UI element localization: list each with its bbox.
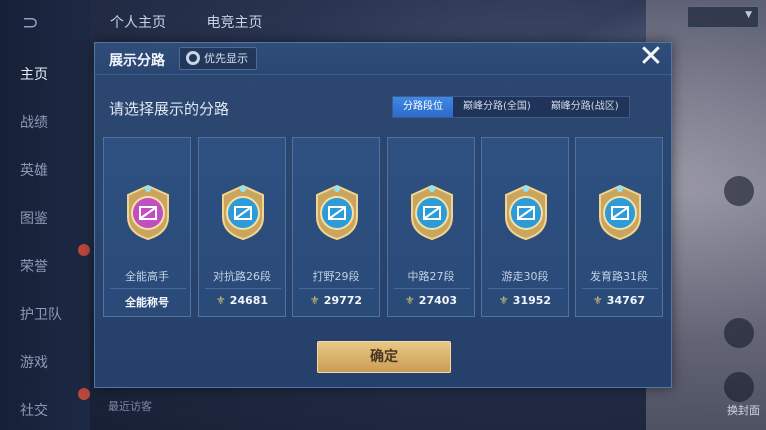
- nav-item-heroes[interactable]: 英雄: [20, 160, 70, 180]
- score-coin-icon: ⚜: [215, 294, 226, 307]
- nav-item-games[interactable]: 游戏: [20, 352, 70, 372]
- nav-item-honor[interactable]: 荣誉: [20, 256, 70, 276]
- card-divider: [299, 288, 375, 289]
- card-divider: [488, 288, 564, 289]
- card-score: ⚜ 34767: [576, 294, 662, 307]
- back-icon[interactable]: ⊃: [22, 10, 62, 34]
- clash-lane-badge-icon: [222, 184, 264, 241]
- change-cover-label[interactable]: 换封面: [727, 402, 760, 418]
- lane-display-modal: 展示分路 优先显示 ✕ 请选择展示的分路 分路段位 巅峰分路(全国) 巅峰分路(…: [94, 42, 672, 388]
- lane-tab-group: 分路段位 巅峰分路(全国) 巅峰分路(战区): [392, 96, 630, 118]
- card-divider: [110, 288, 186, 289]
- card-divider: [582, 288, 658, 289]
- lane-card[interactable]: 游走30段 ⚜ 31952: [481, 137, 569, 317]
- nav-item-social[interactable]: 社交: [20, 400, 70, 420]
- lane-card[interactable]: 全能高手 全能称号: [103, 137, 191, 317]
- card-score-value: 24681: [229, 294, 269, 307]
- nav-item-records[interactable]: 战绩: [20, 112, 70, 132]
- tab-esports-home[interactable]: 电竞主页: [206, 15, 262, 31]
- new-badge: [78, 244, 90, 256]
- tab-peak-region[interactable]: 巅峰分路(战区): [541, 97, 629, 117]
- lane-card[interactable]: 打野29段 ⚜ 29772: [292, 137, 380, 317]
- recent-visitors: 最近访客: [108, 400, 152, 413]
- card-score: ⚜ 27403: [388, 294, 474, 307]
- card-score-value: 29772: [323, 294, 363, 307]
- modal-header: 展示分路 优先显示 ✕: [95, 42, 671, 75]
- tab-peak-national[interactable]: 巅峰分路(全国): [453, 97, 541, 117]
- card-rank-label: 全能高手: [125, 270, 169, 283]
- card-score: ⚜ 29772: [293, 294, 379, 307]
- camera-icon[interactable]: [724, 318, 754, 348]
- card-rank-label: 中路27段: [407, 270, 455, 283]
- farm-lane-badge-icon: [599, 184, 641, 241]
- top-tabs: 个人主页 电竞主页: [110, 12, 298, 32]
- tab-personal-home[interactable]: 个人主页: [110, 15, 166, 31]
- card-rank-label: 游走30段: [501, 270, 549, 283]
- modal-subtitle: 请选择展示的分路: [109, 100, 230, 118]
- card-rank-label: 打野29段: [312, 270, 360, 283]
- lane-cards: 全能高手 全能称号 对抗路26段 ⚜ 24681 打野29段 ⚜ 29772 中路27段 ⚜ 274…: [103, 137, 663, 317]
- card-rank-label: 对抗路26段: [213, 270, 271, 283]
- card-rank-label: 发育路31段: [590, 270, 648, 283]
- priority-display-label: 优先显示: [204, 52, 248, 65]
- card-score: ⚜ 31952: [482, 294, 568, 307]
- modal-title: 展示分路: [109, 53, 165, 69]
- card-score-value: 全能称号: [125, 296, 169, 309]
- roam-badge-icon: [505, 184, 547, 241]
- new-badge: [78, 388, 90, 400]
- left-nav: ⊃ 主页 战绩 英雄 图鉴 荣誉 护卫队 游戏 社交: [0, 0, 90, 430]
- top-dropdown[interactable]: [687, 6, 759, 28]
- lane-card[interactable]: 中路27段 ⚜ 27403: [387, 137, 475, 317]
- avatar[interactable]: [724, 176, 754, 206]
- gear-icon: [186, 51, 200, 65]
- nav-item-catalog[interactable]: 图鉴: [20, 208, 70, 228]
- card-score-value: 34767: [606, 294, 646, 307]
- tab-lane-rank[interactable]: 分路段位: [393, 97, 453, 117]
- all-around-badge-icon: [127, 184, 169, 241]
- score-coin-icon: ⚜: [404, 294, 415, 307]
- lane-card[interactable]: 对抗路26段 ⚜ 24681: [198, 137, 286, 317]
- card-score: 全能称号: [104, 294, 190, 310]
- score-coin-icon: ⚜: [592, 294, 603, 307]
- lane-card[interactable]: 发育路31段 ⚜ 34767: [575, 137, 663, 317]
- card-divider: [205, 288, 281, 289]
- cover-icon[interactable]: [724, 372, 754, 402]
- mid-lane-badge-icon: [411, 184, 453, 241]
- card-score-value: 27403: [418, 294, 458, 307]
- nav-item-guard[interactable]: 护卫队: [20, 304, 70, 324]
- nav-item-home[interactable]: 主页: [20, 64, 70, 84]
- confirm-button[interactable]: 确定: [317, 341, 451, 373]
- priority-display-button[interactable]: 优先显示: [179, 47, 257, 70]
- close-icon[interactable]: ✕: [637, 42, 665, 72]
- card-divider: [394, 288, 470, 289]
- card-score: ⚜ 24681: [199, 294, 285, 307]
- score-coin-icon: ⚜: [309, 294, 320, 307]
- jungle-badge-icon: [316, 184, 358, 241]
- card-score-value: 31952: [512, 294, 552, 307]
- score-coin-icon: ⚜: [498, 294, 509, 307]
